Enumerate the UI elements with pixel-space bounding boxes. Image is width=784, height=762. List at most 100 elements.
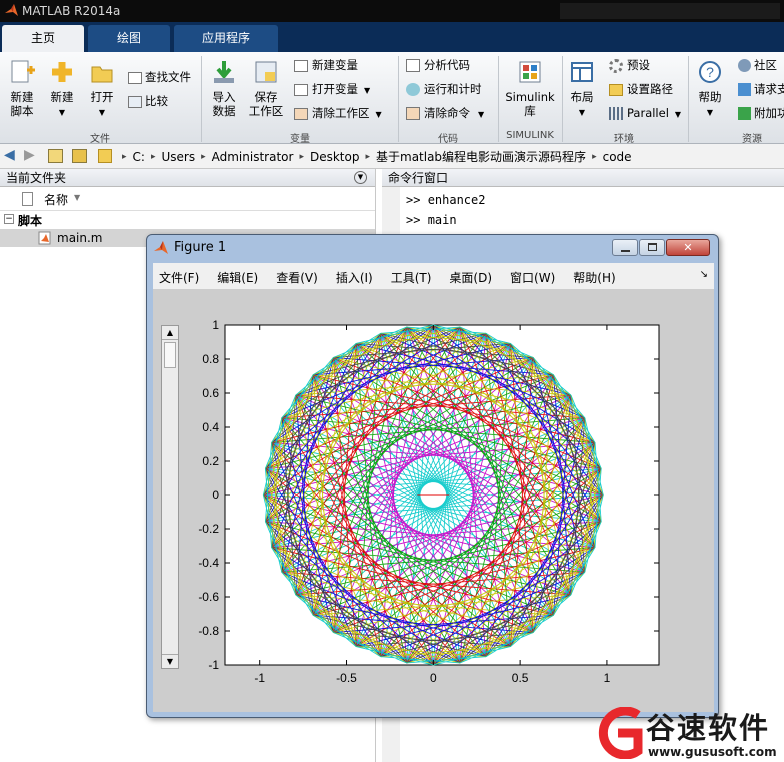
maximize-button[interactable] <box>639 239 665 256</box>
tab-home[interactable]: 主页 <box>2 25 84 52</box>
breadcrumb-item[interactable]: C: <box>133 150 145 164</box>
x-tick-label: -1 <box>254 671 265 685</box>
open-variable-button[interactable]: 打开变量 ▼ <box>294 80 370 98</box>
figure-menu-item[interactable]: 插入(I) <box>336 269 373 286</box>
x-tick-label: 1 <box>604 671 611 685</box>
y-tick-label: 1 <box>212 318 219 332</box>
community-label: 社区 <box>754 58 777 72</box>
breadcrumb-separator-icon: ▸ <box>365 151 370 162</box>
brand-url: www.gususoft.com <box>648 745 777 759</box>
eraser-icon <box>406 107 420 120</box>
figure-menu-item[interactable]: 编辑(E) <box>217 269 258 286</box>
simulink-group-label: SIMULINK <box>506 130 554 141</box>
close-button[interactable]: ✕ <box>666 239 710 256</box>
clear-workspace-button[interactable]: 清除工作区 ▼ <box>294 104 382 122</box>
compare-button[interactable]: 比较 <box>128 92 168 110</box>
y-tick-label: 0.2 <box>202 454 219 468</box>
analyze-code-label: 分析代码 <box>424 58 470 72</box>
brand-name: 谷速软件 <box>646 711 771 745</box>
dock-arrow-icon[interactable]: ↘ <box>700 269 708 280</box>
y-tick-label: -0.4 <box>198 556 219 570</box>
folder-icon <box>98 149 112 163</box>
run-and-time-label: 运行和计时 <box>424 82 482 96</box>
breadcrumb-item[interactable]: 基于matlab编程电影动画演示源码程序 <box>376 148 586 165</box>
current-folder-title: 当前文件夹 <box>6 171 67 185</box>
tab-bar: 主页 绘图 应用程序 <box>0 22 784 52</box>
breadcrumb-item[interactable]: code <box>603 150 632 164</box>
find-files-icon <box>128 71 142 84</box>
tab-plots[interactable]: 绘图 <box>88 25 170 52</box>
community-button[interactable]: 社区 <box>738 56 784 74</box>
help-icon: ? <box>699 61 721 83</box>
open-label: 打开 <box>90 90 114 104</box>
help-button[interactable]: ? 帮助 ▼ <box>694 58 726 120</box>
y-tick-label: -0.8 <box>198 624 219 638</box>
maximize-icon <box>647 243 657 251</box>
layout-button[interactable]: 布局 ▼ <box>566 58 598 120</box>
command-window-title: 命令行窗口 <box>388 171 449 185</box>
tab-apps[interactable]: 应用程序 <box>174 25 278 52</box>
figure-menu-item[interactable]: 文件(F) <box>159 269 199 286</box>
forward-arrow-icon[interactable]: ▶ <box>24 147 35 163</box>
section-row[interactable]: − 脚本 <box>0 211 375 229</box>
breadcrumb-separator-icon: ▸ <box>592 151 597 162</box>
breadcrumb-item[interactable]: Administrator <box>212 150 294 164</box>
new-button[interactable]: 新建 ▼ <box>46 58 78 120</box>
import-data-button[interactable]: 导入 数据 <box>206 58 242 118</box>
minimize-button[interactable] <box>612 239 638 256</box>
figure-menu-item[interactable]: 帮助(H) <box>573 269 615 286</box>
y-tick-label: -0.2 <box>198 522 219 536</box>
figure-title: Figure 1 <box>174 240 227 255</box>
addons-button[interactable]: 附加功 <box>738 104 784 122</box>
prompt: >> <box>406 213 421 227</box>
breadcrumb-item[interactable]: Users <box>161 150 195 164</box>
community-icon <box>738 59 751 72</box>
chevron-down-icon: ▼ <box>364 86 371 95</box>
request-support-button[interactable]: 请求支 <box>738 80 784 98</box>
name-column-header[interactable]: 名称 <box>44 191 68 208</box>
clear-workspace-label: 清除工作区 <box>312 106 370 120</box>
breadcrumb-item[interactable]: Desktop <box>310 150 360 164</box>
x-tick-label: 0.5 <box>512 671 529 685</box>
preferences-button[interactable]: 预设 <box>609 56 650 74</box>
set-path-button[interactable]: 设置路径 <box>609 80 673 98</box>
simulink-library-button[interactable]: Simulink 库 <box>504 58 556 118</box>
checklist-icon <box>406 59 420 72</box>
figure-menu-item[interactable]: 桌面(D) <box>449 269 492 286</box>
open-button[interactable]: 打开 ▼ <box>86 58 118 120</box>
breadcrumb-separator-icon: ▸ <box>122 151 127 162</box>
clear-commands-button[interactable]: 清除命令 ▼ <box>406 104 484 122</box>
new-variable-label: 新建变量 <box>312 58 358 72</box>
analyze-code-button[interactable]: 分析代码 <box>406 56 470 74</box>
y-tick-label: -1 <box>208 658 219 672</box>
new-label: 新建 <box>50 90 74 104</box>
save-workspace-button[interactable]: 保存 工作区 <box>246 58 286 118</box>
back-arrow-icon[interactable]: ◀ <box>4 147 15 163</box>
new-script-button[interactable]: 新建 脚本 <box>4 58 40 118</box>
command-line: >> enhance2 <box>406 193 485 207</box>
title-bar: MATLAB R2014a <box>0 0 784 22</box>
open-variable-label: 打开变量 <box>312 82 358 96</box>
help-label: 帮助 <box>698 90 722 104</box>
collapse-icon[interactable]: − <box>4 214 14 224</box>
run-and-time-button[interactable]: 运行和计时 <box>406 80 482 98</box>
new-variable-button[interactable]: 新建变量 <box>294 56 358 74</box>
command-window-header: 命令行窗口 <box>382 169 784 187</box>
figure-canvas: ▲ ▼ -1 -0.5 0 0.5 1 -1 -0.8 -0.6 -0.4 -0.2 0 0.2 0.4… <box>153 289 714 712</box>
breadcrumb-separator-icon: ▸ <box>299 151 304 162</box>
environment-group-label: 环境 <box>614 134 634 145</box>
figure-menu-item[interactable]: 窗口(W) <box>510 269 555 286</box>
panel-menu-icon[interactable]: ▼ <box>354 171 367 184</box>
figure-menu-item[interactable]: 工具(T) <box>391 269 432 286</box>
parallel-button[interactable]: Parallel ▼ <box>609 104 681 122</box>
browse-folder-icon[interactable] <box>72 149 87 163</box>
variable-group-label: 变量 <box>290 134 310 145</box>
figure-menu-item[interactable]: 查看(V) <box>276 269 318 286</box>
request-support-label: 请求支 <box>754 82 784 96</box>
up-folder-icon[interactable] <box>48 149 63 163</box>
figure-window[interactable]: Figure 1 ✕ 文件(F) 编辑(E) 查看(V) 插入(I) 工具(T) 桌面(D… <box>146 234 719 718</box>
find-files-button[interactable]: 查找文件 <box>128 68 191 86</box>
y-tick-label: 0.4 <box>202 420 219 434</box>
brand-logo-icon <box>598 707 643 759</box>
folder-icon <box>609 83 623 96</box>
